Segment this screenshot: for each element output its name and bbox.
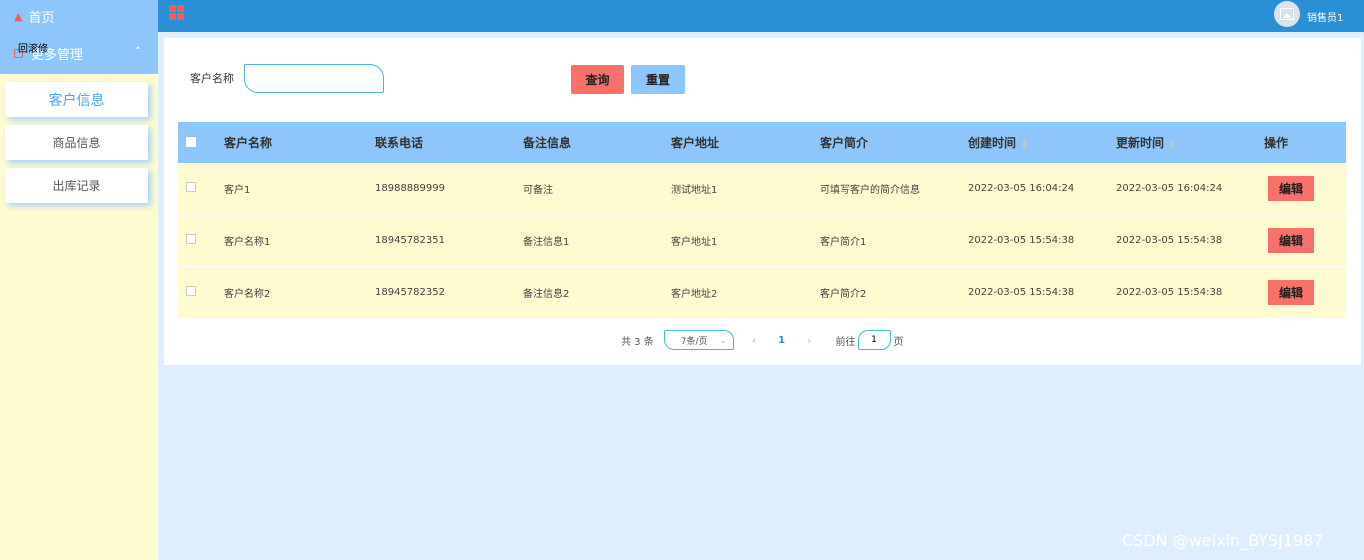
top-header: 销售员1	[158, 0, 1364, 32]
home-icon: ▲	[14, 9, 23, 23]
col-updated[interactable]: 更新时间 ▲ ▼	[1116, 134, 1264, 151]
table-row: 客户1 18988889999 可备注 测试地址1 可填写客户的简介信息 202…	[178, 163, 1346, 215]
edit-button[interactable]: 编辑	[1268, 176, 1314, 201]
col-intro: 客户简介	[820, 136, 869, 150]
cell-note: 备注信息1	[523, 237, 570, 248]
tooltip-text: 回滚修	[18, 44, 48, 55]
edit-button[interactable]: 编辑	[1268, 228, 1314, 253]
sidebar-item-customer[interactable]: 客户信息	[5, 82, 148, 117]
page-size-value: 7条/页	[680, 336, 708, 347]
nav-home[interactable]: ▲ 首页	[0, 0, 158, 32]
page-unit-label: 页	[893, 336, 904, 348]
cell-address: 客户地址2	[671, 289, 718, 300]
cell-updated: 2022-03-05 16:04:24	[1116, 183, 1223, 194]
sort-icon[interactable]: ▲ ▼	[1170, 137, 1175, 150]
nav-home-label: 首页	[28, 10, 55, 26]
customer-table: 客户名称 联系电话 备注信息 客户地址 客户简介 创建时间 ▲ ▼ 更新时间 ▲ ▼ 操…	[178, 122, 1346, 319]
table-row: 客户名称1 18945782351 备注信息1 客户地址1 客户简介1 2022…	[178, 215, 1346, 267]
sidebar-item-outbound[interactable]: 出库记录	[5, 168, 148, 203]
cell-updated: 2022-03-05 15:54:38	[1116, 235, 1223, 246]
query-button[interactable]: 查询	[571, 65, 624, 94]
col-address: 客户地址	[671, 136, 720, 150]
sidebar: ▲ 首页 更多管理 ⌃ 回滚修 客户信息 商品信息 出库记录	[0, 0, 158, 560]
goto-page-input[interactable]	[857, 330, 891, 350]
table-header: 客户名称 联系电话 备注信息 客户地址 客户简介 创建时间 ▲ ▼ 更新时间 ▲ ▼ 操…	[178, 122, 1346, 163]
cell-phone: 18945782352	[375, 287, 445, 298]
col-phone: 联系电话	[375, 136, 424, 150]
cell-updated: 2022-03-05 15:54:38	[1116, 287, 1223, 298]
cell-name: 客户名称2	[224, 289, 271, 300]
cell-address: 客户地址1	[671, 237, 718, 248]
sort-icon[interactable]: ▲ ▼	[1022, 137, 1027, 150]
username[interactable]: 销售员1	[1307, 9, 1343, 24]
col-created-label: 创建时间	[968, 136, 1017, 150]
cell-name: 客户1	[224, 185, 251, 196]
cell-phone: 18988889999	[375, 183, 445, 194]
watermark: CSDN @weixin_BYSJ1987	[1122, 531, 1324, 550]
customer-name-input[interactable]	[244, 64, 384, 93]
page-size-select[interactable]: 7条/页 ⌄	[663, 330, 734, 350]
col-updated-label: 更新时间	[1116, 136, 1165, 150]
cell-name: 客户名称1	[224, 237, 271, 248]
select-all-checkbox[interactable]	[186, 136, 196, 147]
prev-page-icon[interactable]: ‹	[752, 334, 756, 347]
col-created[interactable]: 创建时间 ▲ ▼	[968, 134, 1116, 151]
avatar[interactable]	[1274, 1, 1300, 27]
grid-menu-icon[interactable]	[169, 5, 184, 20]
cell-phone: 18945782351	[375, 235, 445, 246]
cell-created: 2022-03-05 15:54:38	[968, 287, 1075, 298]
cell-intro: 客户简介2	[820, 289, 867, 300]
cell-note: 备注信息2	[523, 289, 570, 300]
goto-label: 前往	[835, 336, 856, 348]
page-number[interactable]: 1	[778, 335, 785, 346]
row-checkbox[interactable]	[186, 286, 196, 296]
search-label: 客户名称	[190, 72, 234, 85]
sidebar-item-product[interactable]: 商品信息	[5, 125, 148, 160]
cell-intro: 客户简介1	[820, 237, 867, 248]
chevron-up-icon: ⌃	[133, 46, 142, 57]
col-note: 备注信息	[523, 136, 572, 150]
cell-created: 2022-03-05 15:54:38	[968, 235, 1075, 246]
pagination: 共 3 条 7条/页 ⌄ ‹ 1 › 前往 页	[621, 330, 904, 350]
edit-button[interactable]: 编辑	[1268, 280, 1314, 305]
cell-created: 2022-03-05 16:04:24	[968, 183, 1075, 194]
image-icon	[1280, 8, 1294, 20]
total-count: 共 3 条	[621, 336, 654, 348]
row-checkbox[interactable]	[186, 234, 196, 244]
cell-intro: 可填写客户的简介信息	[820, 185, 920, 196]
table-row: 客户名称2 18945782352 备注信息2 客户地址2 客户简介2 2022…	[178, 267, 1346, 319]
col-action: 操作	[1264, 136, 1289, 150]
content-card: 客户名称 查询 重置 客户名称 联系电话 备注信息 客户地址 客户简介 创建时间…	[164, 38, 1361, 365]
submenu: 客户信息 商品信息 出库记录	[0, 74, 158, 203]
next-page-icon[interactable]: ›	[807, 334, 811, 347]
cell-address: 测试地址1	[671, 185, 718, 196]
col-customer-name: 客户名称	[224, 136, 273, 150]
cell-note: 可备注	[523, 185, 553, 196]
row-checkbox[interactable]	[186, 182, 196, 192]
chevron-down-icon: ⌄	[720, 335, 727, 345]
reset-button[interactable]: 重置	[631, 65, 685, 94]
